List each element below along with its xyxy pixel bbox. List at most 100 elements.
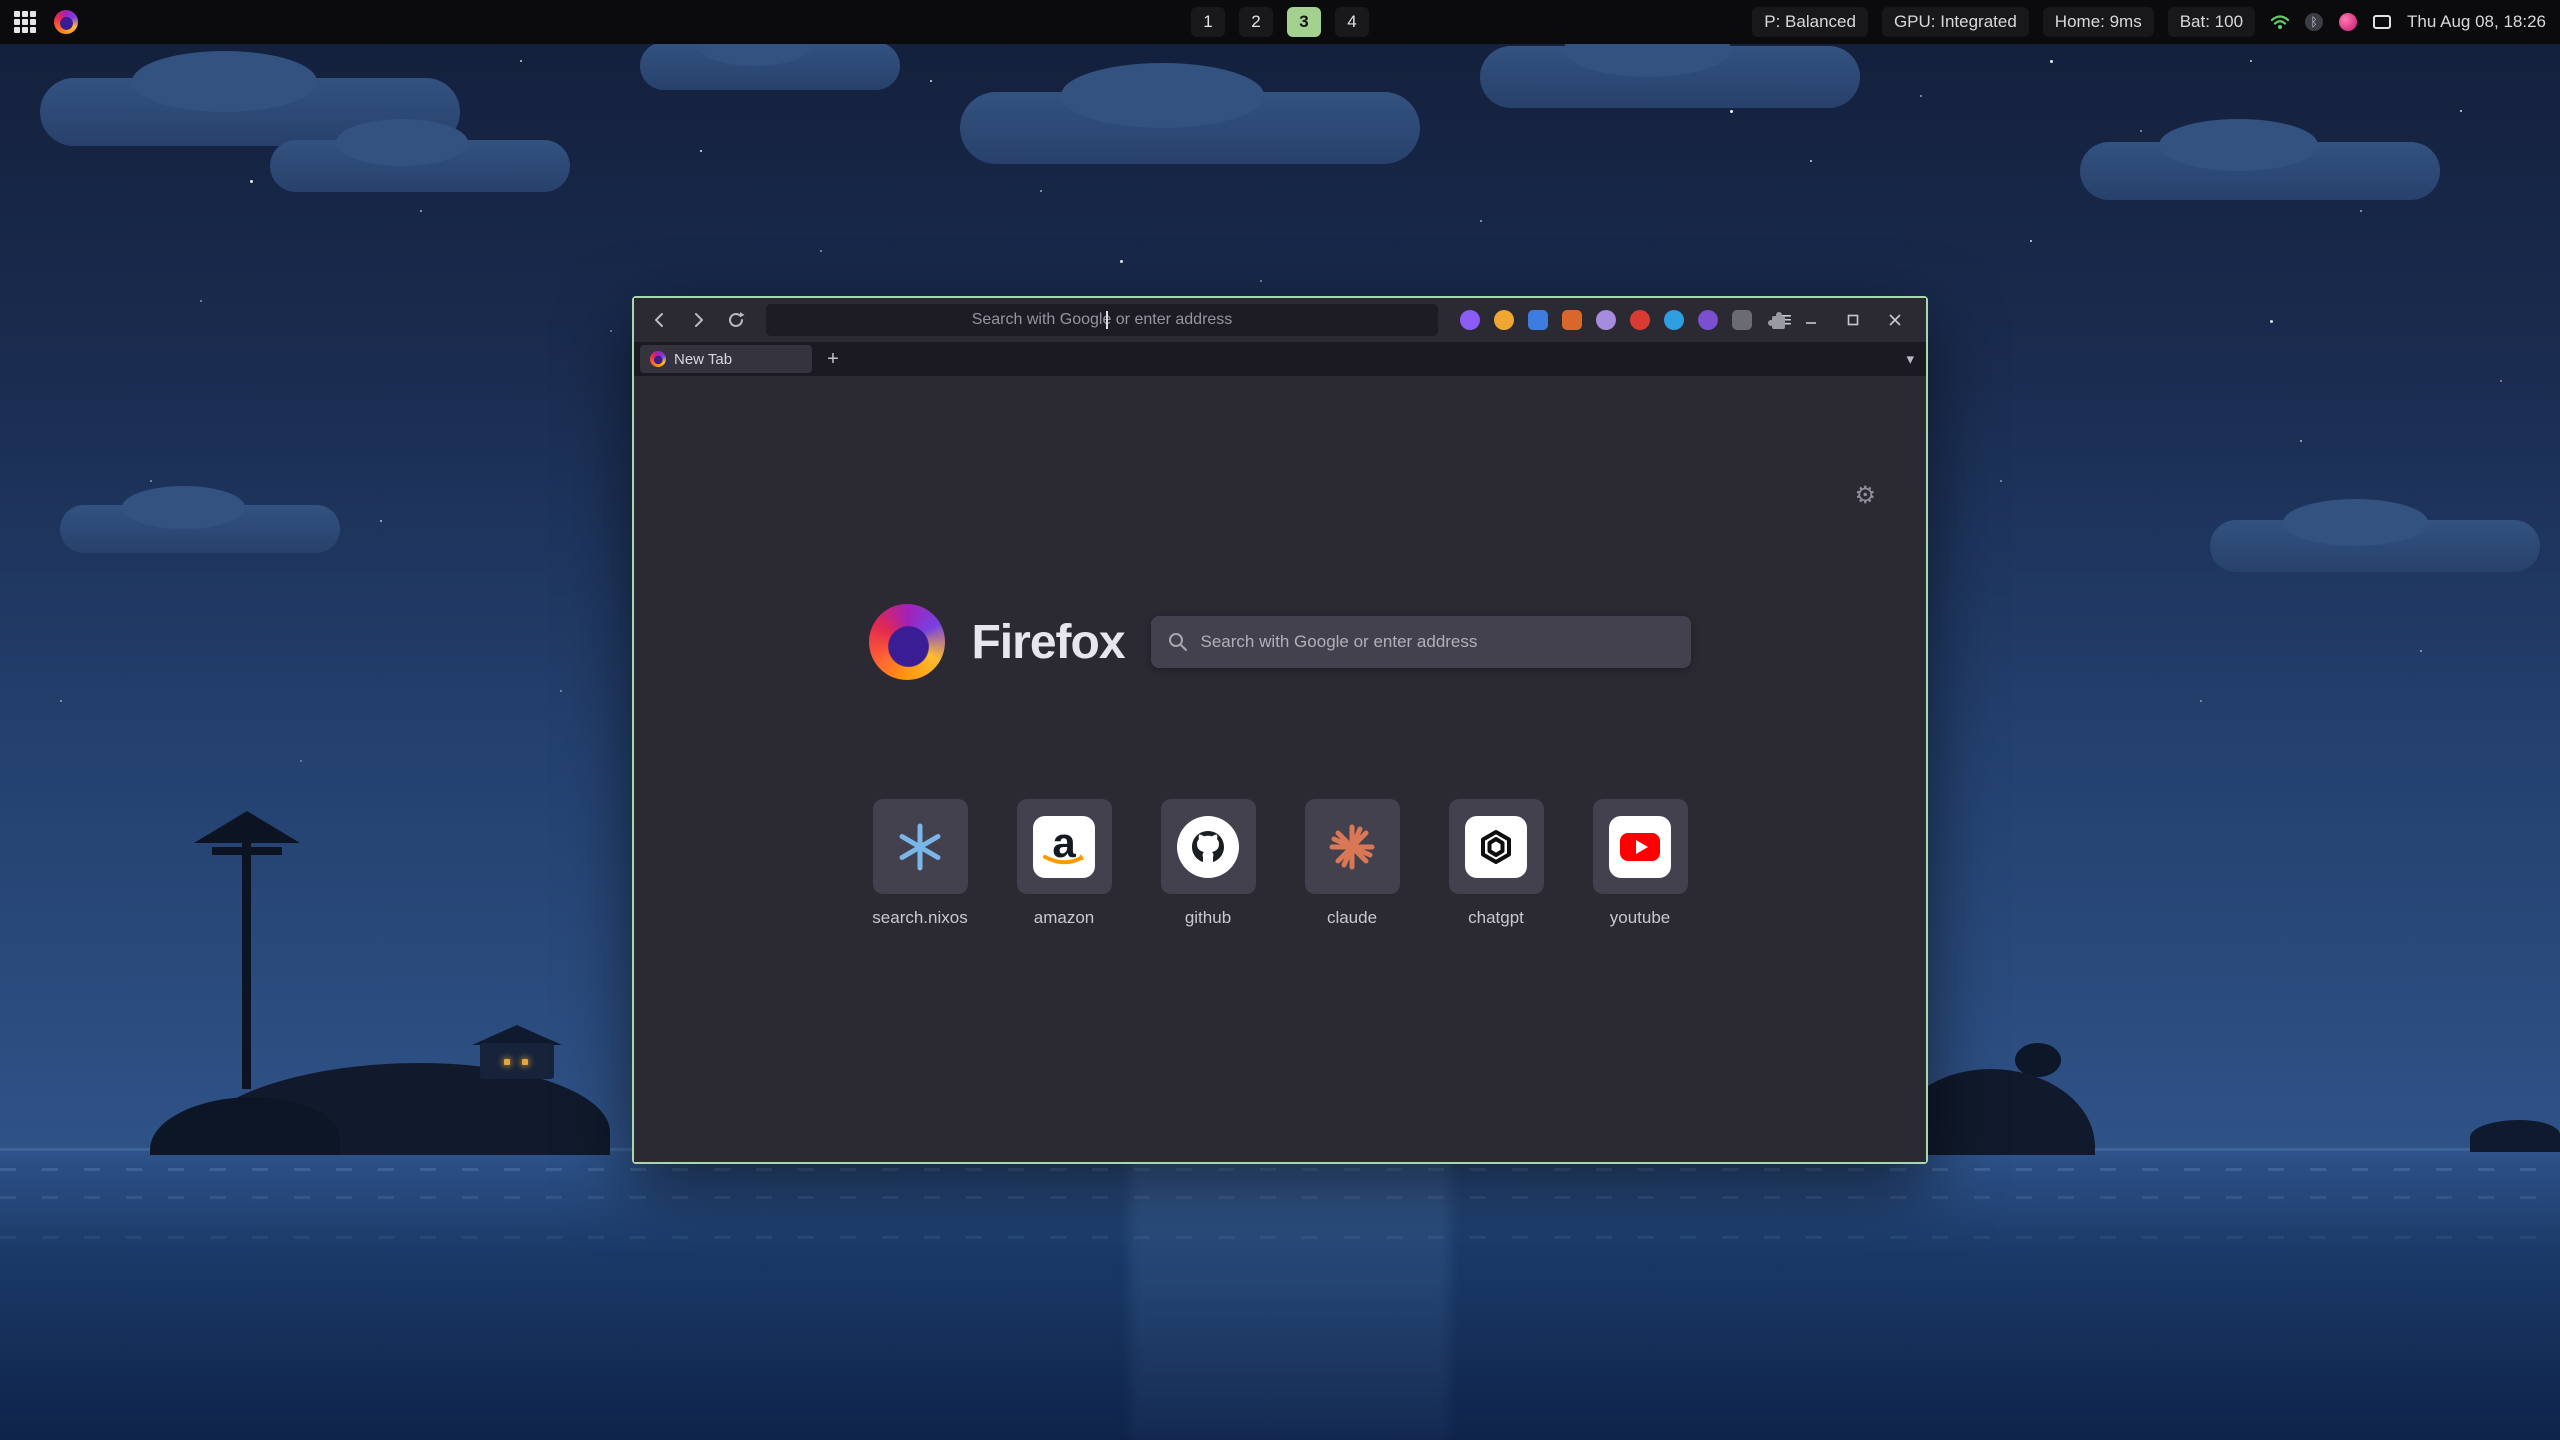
minimize-button[interactable] — [1798, 307, 1824, 333]
workspace-switcher: 1 2 3 4 — [1191, 7, 1369, 37]
shortcut-claude[interactable]: claude — [1305, 799, 1400, 928]
close-button[interactable] — [1882, 307, 1908, 333]
display-icon[interactable] — [2371, 11, 2393, 33]
workspace-button-1[interactable]: 1 — [1191, 7, 1225, 37]
new-tab-button[interactable]: + — [820, 346, 846, 372]
amazon-smile-icon — [1043, 854, 1085, 868]
shortcut-label: amazon — [1034, 908, 1094, 928]
hut-light — [522, 1059, 528, 1065]
taskbar-right: P: Balanced GPU: Integrated Home: 9ms Ba… — [1752, 7, 2546, 37]
shortcut-tile: a — [1017, 799, 1112, 894]
workspace-button-2[interactable]: 2 — [1239, 7, 1273, 37]
media-icon[interactable] — [2337, 11, 2359, 33]
navigation-toolbar: ≡ — [634, 298, 1926, 342]
back-button[interactable] — [644, 304, 676, 336]
extension-icon[interactable] — [1664, 310, 1684, 330]
shortcut-label: claude — [1327, 908, 1377, 928]
taskbar: 1 2 3 4 P: Balanced GPU: Integrated Home… — [0, 0, 2560, 44]
extension-icon[interactable] — [1698, 310, 1718, 330]
taskbar-left — [14, 10, 78, 34]
cloud — [960, 92, 1420, 164]
maximize-button[interactable] — [1840, 307, 1866, 333]
tab-title: New Tab — [674, 351, 732, 368]
cloud — [2080, 142, 2440, 200]
tab-new-tab[interactable]: New Tab — [640, 345, 812, 373]
shortcut-tile — [873, 799, 968, 894]
media-dot — [2339, 13, 2357, 31]
display-glyph — [2373, 15, 2391, 29]
nixos-snowflake-icon — [895, 822, 945, 872]
bluetooth-icon[interactable]: ᛒ — [2303, 11, 2325, 33]
firefox-icon[interactable] — [54, 10, 78, 34]
workspace-button-3-active[interactable]: 3 — [1287, 7, 1321, 37]
text-caret — [1106, 311, 1108, 329]
youtube-play-icon — [1620, 833, 1660, 861]
shortcut-github[interactable]: github — [1161, 799, 1256, 928]
water-reflection — [1130, 1150, 1450, 1440]
firefox-favicon — [650, 351, 666, 367]
water-shimmer — [0, 1168, 2560, 1171]
extension-icon[interactable] — [1630, 310, 1650, 330]
hut-roof — [472, 1025, 562, 1045]
url-bar[interactable] — [766, 304, 1438, 336]
extensions-puzzle-icon[interactable] — [1766, 308, 1773, 332]
water-shimmer — [0, 1196, 2560, 1199]
shortcut-tile — [1449, 799, 1544, 894]
desktop: 1 2 3 4 P: Balanced GPU: Integrated Home… — [0, 0, 2560, 1440]
battery-status: Bat: 100 — [2168, 7, 2255, 37]
distant-rock — [2470, 1120, 2560, 1152]
newtab-hero: Firefox — [634, 604, 1926, 680]
clock: Thu Aug 08, 18:26 — [2407, 12, 2546, 32]
power-profile-status: P: Balanced — [1752, 7, 1868, 37]
system-tray: ᛒ — [2269, 11, 2393, 33]
extension-toolbar — [1452, 310, 1760, 330]
firefox-wordmark: Firefox — [971, 615, 1124, 670]
extension-icon[interactable] — [1562, 310, 1582, 330]
app-launcher-icon[interactable] — [14, 11, 36, 33]
shortcut-youtube[interactable]: youtube — [1593, 799, 1688, 928]
newtab-search-input[interactable] — [1151, 616, 1691, 668]
window-controls — [1798, 307, 1916, 333]
shortcut-label: github — [1185, 908, 1231, 928]
extension-icon[interactable] — [1596, 310, 1616, 330]
url-input[interactable] — [766, 304, 1438, 336]
island-left — [150, 975, 620, 1155]
search-icon — [1167, 631, 1189, 653]
shortcut-chatgpt[interactable]: chatgpt — [1449, 799, 1544, 928]
extension-icon[interactable] — [1732, 310, 1752, 330]
list-all-tabs-chevron-icon[interactable]: ▾ — [1906, 350, 1914, 368]
firefox-window: ≡ New Tab + ▾ ⚙ — [632, 296, 1928, 1164]
hut-light — [504, 1059, 510, 1065]
cloud — [270, 140, 570, 192]
openai-knot-icon — [1476, 827, 1516, 867]
watchtower — [242, 839, 251, 1089]
cloud — [60, 505, 340, 553]
github-octocat-icon — [1188, 827, 1228, 867]
forward-button[interactable] — [682, 304, 714, 336]
watchtower-deck — [212, 847, 282, 855]
claude-starburst-icon — [1326, 821, 1378, 873]
shortcut-amazon[interactable]: a amazon — [1017, 799, 1112, 928]
shortcut-label: youtube — [1610, 908, 1671, 928]
ping-status: Home: 9ms — [2043, 7, 2154, 37]
shortcut-search-nixos[interactable]: search.nixos — [873, 799, 968, 928]
water-shimmer — [0, 1236, 2560, 1239]
newtab-search-bar[interactable] — [1151, 616, 1691, 668]
personalize-gear-icon[interactable]: ⚙ — [1854, 484, 1876, 508]
extension-icon[interactable] — [1528, 310, 1548, 330]
tab-bar: New Tab + ▾ — [634, 342, 1926, 376]
extension-icon[interactable] — [1460, 310, 1480, 330]
bluetooth-glyph: ᛒ — [2305, 13, 2323, 31]
shortcut-label: search.nixos — [872, 908, 967, 928]
wifi-icon[interactable] — [2269, 11, 2291, 33]
firefox-logo — [869, 604, 945, 680]
reload-button[interactable] — [720, 304, 752, 336]
shortcut-label: chatgpt — [1468, 908, 1524, 928]
shortcut-tile — [1593, 799, 1688, 894]
cloud — [2210, 520, 2540, 572]
workspace-button-4[interactable]: 4 — [1335, 7, 1369, 37]
new-tab-page: ⚙ Firefox — [634, 376, 1926, 1162]
shortcut-tile — [1161, 799, 1256, 894]
extension-icon[interactable] — [1494, 310, 1514, 330]
shortcut-tile — [1305, 799, 1400, 894]
